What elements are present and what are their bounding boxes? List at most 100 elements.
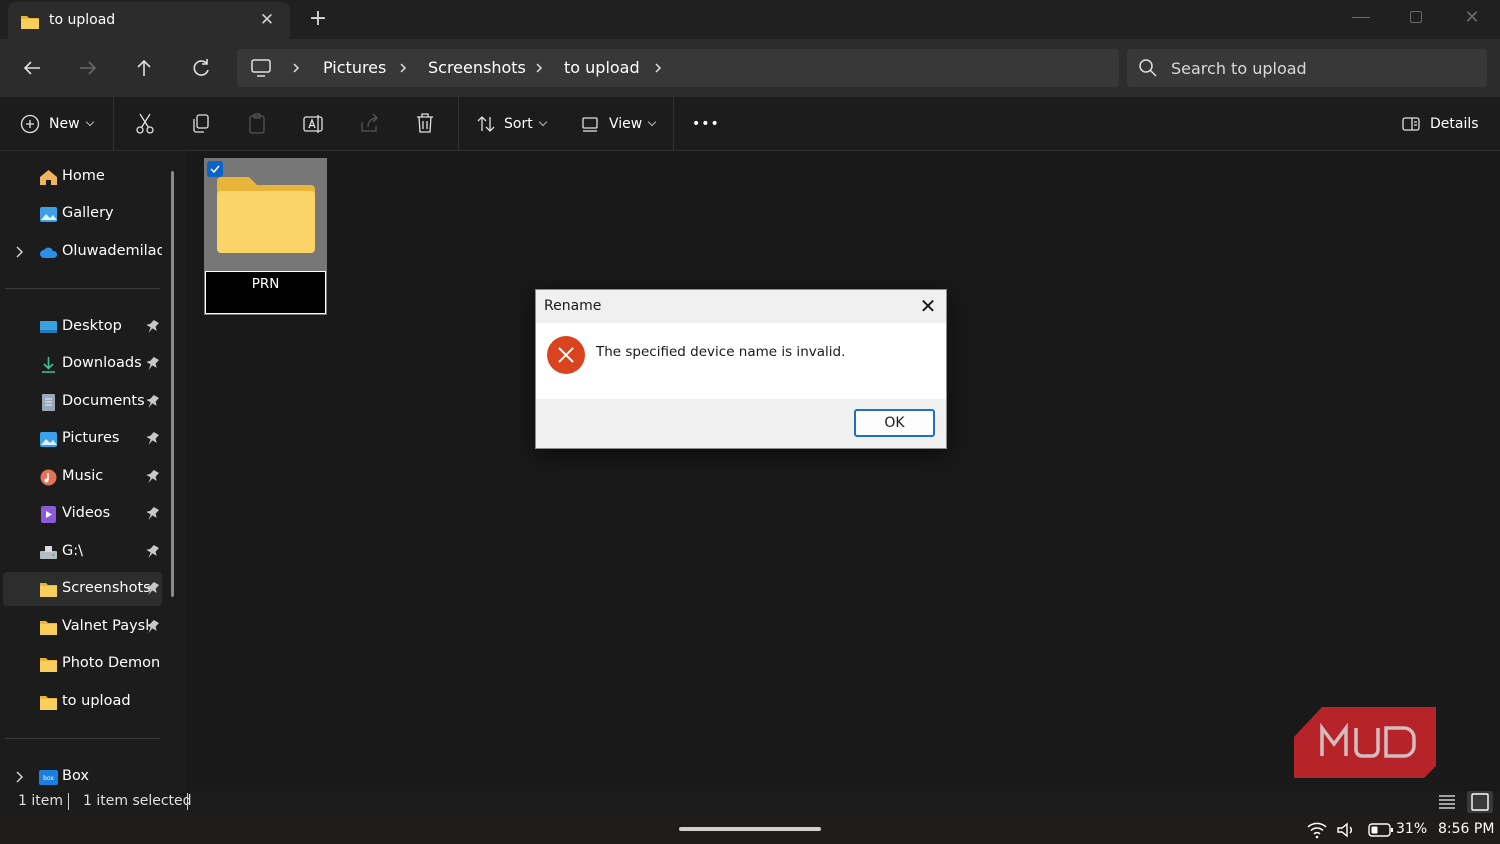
folder-icon xyxy=(40,583,57,597)
this-pc-icon[interactable] xyxy=(250,58,272,78)
pin-icon[interactable] xyxy=(145,431,159,447)
breadcrumb-screenshots[interactable]: Screenshots xyxy=(428,58,526,77)
pin-icon[interactable] xyxy=(145,394,159,410)
toolbar-divider xyxy=(113,97,114,151)
sidebar-item-screenshots[interactable]: Screenshots xyxy=(3,572,162,606)
dialog-close-icon[interactable]: ✕ xyxy=(916,294,940,318)
chevron-right-icon[interactable] xyxy=(14,769,26,785)
chevron-down-icon xyxy=(647,117,657,127)
rename-field[interactable]: PRN xyxy=(205,271,326,314)
sidebar-item-label: Music xyxy=(62,468,104,484)
sidebar-item-photo-demon[interactable]: Photo Demon xyxy=(3,647,162,681)
sidebar-scrollbar[interactable] xyxy=(171,171,174,597)
breadcrumb-to-upload[interactable]: to upload xyxy=(564,58,640,77)
chevron-down-icon xyxy=(538,117,547,127)
maximize-button[interactable] xyxy=(1405,8,1429,28)
sort-button[interactable]: Sort xyxy=(476,110,547,138)
forward-arrow-icon[interactable] xyxy=(74,54,102,82)
sidebar-item-box[interactable]: box Box xyxy=(3,760,162,794)
sidebar-item-to-upload[interactable]: to upload xyxy=(3,685,162,719)
title-bar: to upload ✕ + ✕ xyxy=(0,0,1500,39)
sidebar-item-valnet-payslip[interactable]: Valnet Payslip xyxy=(3,610,162,644)
gallery-icon xyxy=(40,207,57,222)
large-icons-view-button[interactable] xyxy=(1467,791,1493,813)
sidebar-item-label: Screenshots xyxy=(62,580,151,596)
onedrive-cloud-icon xyxy=(40,247,58,258)
details-button[interactable]: Details xyxy=(1401,110,1479,138)
folder-icon xyxy=(40,696,57,710)
sidebar-item-pictures[interactable]: Pictures xyxy=(3,422,162,456)
tab-close-icon[interactable]: ✕ xyxy=(258,9,276,31)
pin-icon[interactable] xyxy=(145,581,159,597)
svg-text:box: box xyxy=(43,775,54,782)
tab-to-upload[interactable]: to upload ✕ xyxy=(8,2,290,39)
box-icon: box xyxy=(39,770,58,785)
minimize-button[interactable] xyxy=(1350,8,1374,28)
sidebar-item-downloads[interactable]: Downloads xyxy=(3,347,162,381)
up-arrow-icon[interactable] xyxy=(130,54,158,82)
chevron-right-icon[interactable] xyxy=(14,244,26,260)
sidebar-item-onedrive[interactable]: Oluwademilade xyxy=(3,235,162,269)
search-icon xyxy=(1139,59,1157,77)
sidebar-item-music[interactable]: Music xyxy=(3,460,162,494)
copy-icon[interactable] xyxy=(190,110,212,138)
folder-item[interactable]: PRN xyxy=(204,158,327,315)
new-tab-button[interactable]: + xyxy=(306,7,330,31)
rename-icon[interactable] xyxy=(302,110,324,138)
details-view-icon xyxy=(1439,795,1455,809)
chevron-right-icon[interactable] xyxy=(396,58,410,78)
paste-icon[interactable] xyxy=(246,110,268,138)
sidebar-item-drive-g[interactable]: G:\ xyxy=(3,535,162,569)
view-button[interactable]: View xyxy=(580,110,657,138)
sidebar-item-label: Videos xyxy=(62,505,111,521)
sidebar-item-documents[interactable]: Documents xyxy=(3,385,162,419)
pin-icon[interactable] xyxy=(145,619,159,635)
muo-logo xyxy=(1294,707,1436,778)
sidebar-item-label: to upload xyxy=(62,693,131,709)
address-bar[interactable]: Pictures Screenshots to upload xyxy=(237,49,1119,87)
pictures-icon xyxy=(40,432,57,447)
new-button[interactable]: New xyxy=(20,110,94,138)
back-arrow-icon[interactable] xyxy=(18,54,46,82)
clock[interactable]: 8:56 PM xyxy=(1438,821,1494,837)
file-list[interactable]: PRN xyxy=(186,151,1500,791)
toolbar-divider xyxy=(458,97,459,151)
ok-button[interactable]: OK xyxy=(854,409,935,437)
pin-icon[interactable] xyxy=(145,356,159,372)
volume-icon[interactable] xyxy=(1336,821,1356,839)
downloads-icon xyxy=(42,357,55,373)
pin-icon[interactable] xyxy=(145,319,159,335)
sidebar-item-label: Desktop xyxy=(62,318,122,334)
search-input[interactable] xyxy=(1171,55,1471,81)
sidebar-item-desktop[interactable]: Desktop xyxy=(3,310,162,344)
sort-icon xyxy=(477,116,495,132)
status-divider xyxy=(68,793,69,810)
pin-icon[interactable] xyxy=(145,469,159,485)
delete-icon[interactable] xyxy=(414,110,436,138)
more-options-button[interactable]: ••• xyxy=(692,110,720,138)
pin-icon[interactable] xyxy=(145,506,159,522)
sidebar-item-home[interactable]: Home xyxy=(3,160,162,194)
sidebar-item-videos[interactable]: Videos xyxy=(3,497,162,531)
taskbar-handle[interactable] xyxy=(679,827,821,831)
share-icon[interactable] xyxy=(358,110,380,138)
rename-error-dialog: Rename ✕ The specified device name is in… xyxy=(535,289,947,449)
battery-icon[interactable] xyxy=(1368,822,1394,838)
folder-icon xyxy=(40,621,57,635)
dialog-title-bar[interactable]: Rename ✕ xyxy=(536,290,946,323)
new-label: New xyxy=(49,116,80,132)
chevron-right-icon[interactable] xyxy=(532,58,546,78)
breadcrumb-pictures[interactable]: Pictures xyxy=(323,58,386,77)
refresh-icon[interactable] xyxy=(187,54,215,82)
sidebar-item-gallery[interactable]: Gallery xyxy=(3,197,162,231)
pin-icon[interactable] xyxy=(145,544,159,560)
details-view-button[interactable] xyxy=(1434,791,1460,813)
chevron-right-icon[interactable] xyxy=(289,58,303,78)
chevron-right-icon[interactable] xyxy=(651,58,665,78)
selection-count: 1 item selected xyxy=(83,793,192,809)
window-close-button[interactable]: ✕ xyxy=(1460,8,1484,28)
wifi-icon[interactable] xyxy=(1306,821,1328,839)
cut-icon[interactable] xyxy=(134,110,156,138)
search-box[interactable] xyxy=(1127,49,1487,87)
sidebar-item-label: Oluwademilade xyxy=(62,243,162,259)
